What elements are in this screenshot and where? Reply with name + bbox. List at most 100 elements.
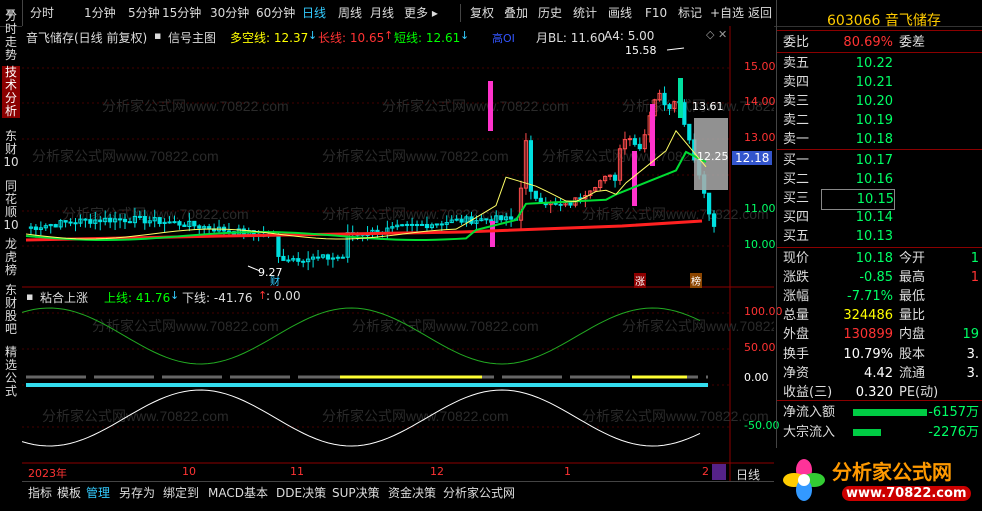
toolbar-item-tongji[interactable]: 统计 <box>573 5 597 21</box>
tab-longhubang[interactable]: 龙虎榜 <box>2 238 20 277</box>
candle-body <box>68 221 73 224</box>
site-logo: 分析家公式网 www.70822.com <box>776 448 982 511</box>
close-icon[interactable]: ✕ <box>718 28 727 41</box>
diamond-icon[interactable]: ◇ <box>706 28 714 41</box>
candle-body <box>533 190 538 199</box>
bottom-tab-zijin[interactable]: 资金决策 <box>388 484 436 501</box>
bang-marker[interactable]: 榜 <box>690 273 702 288</box>
toolbar-item-add-watchlist[interactable]: +自选 <box>710 5 744 21</box>
sub-up-line-label: 上线: 41.76 <box>104 291 171 305</box>
time-axis-label: 11 <box>290 465 304 478</box>
toolbar-item-30min[interactable]: 30分钟 <box>210 5 249 21</box>
buy-level-row[interactable]: 买三 10.15 <box>781 189 979 210</box>
sub-down-line-label: 下线: -41.76 <box>182 291 253 305</box>
candle-body <box>662 92 667 106</box>
bottom-tab-fenxijia[interactable]: 分析家公式网 <box>443 484 515 501</box>
toolbar-item-fuquan[interactable]: 复权 <box>470 5 494 21</box>
bottom-tab-zhibiao[interactable]: 指标 <box>28 484 52 501</box>
watermark-text: 分析家公式网www.70822.com <box>92 318 279 334</box>
high-price-annotation: 15.58 <box>625 44 657 57</box>
bottom-tab-lingcunwei[interactable]: 另存为 <box>119 484 155 501</box>
chart-area[interactable]: 分析家公式网www.70822.com 分析家公式网www.70822.com 分析… <box>21 26 809 482</box>
toolbar-item-monthly[interactable]: 月线 <box>370 5 394 21</box>
pc-value-label: 月BL: 11.60 <box>536 31 606 45</box>
bottom-tab-sup[interactable]: SUP决策 <box>332 484 380 501</box>
cai-marker[interactable]: 财 <box>270 273 280 288</box>
sell-level-row[interactable]: 卖一 10.18 <box>781 130 979 149</box>
candle-body <box>335 256 340 259</box>
toolbar-item-5min[interactable]: 5分钟 <box>128 5 160 21</box>
toolbar-item-huaxian[interactable]: 画线 <box>608 5 632 21</box>
toolbar-item-f10[interactable]: F10 <box>645 5 667 21</box>
quote-stat-row[interactable]: 外盘 130899 内盘 19 <box>781 325 979 344</box>
sub-indicator-name[interactable]: 粘合上涨 <box>40 289 88 306</box>
watermark-text: 分析家公式网www.70822.com <box>102 98 289 114</box>
sell-level-row[interactable]: 卖二 10.19 <box>781 111 979 130</box>
tab-tonghuashun[interactable]: 同花顺10 <box>2 180 20 232</box>
tab-jishu-fenxi[interactable]: 技术分析 <box>2 66 20 118</box>
toolbar-item-more[interactable]: 更多 ▸ <box>404 5 438 21</box>
toolbar-item-1min[interactable]: 1分钟 <box>84 5 116 21</box>
tab-dongcai-guba[interactable]: 东财股吧 <box>2 284 20 336</box>
buy-level-row[interactable]: 买四 10.14 <box>781 208 979 227</box>
candle-body <box>53 224 58 228</box>
time-axis-label: 10 <box>182 465 196 478</box>
toolbar-item-lishi[interactable]: 历史 <box>538 5 562 21</box>
candle-body <box>296 258 301 262</box>
zhang-marker[interactable]: 涨 <box>634 273 646 288</box>
arrow-down-icon: ↓ <box>170 289 180 302</box>
bottom-tab-muban[interactable]: 模板 <box>57 484 81 501</box>
watermark-text: 分析家公式网www.70822.com <box>322 148 509 164</box>
candle-body <box>172 221 177 224</box>
kline-chart-svg[interactable]: 分析家公式网www.70822.com 分析家公式网www.70822.com 分析… <box>21 26 809 481</box>
toolbar-item-biaoji[interactable]: 标记 <box>678 5 702 21</box>
watermark-text: 分析家公式网www.70822.com <box>382 98 569 114</box>
sell-level-row[interactable]: 卖四 10.21 <box>781 73 979 92</box>
signal-candle <box>632 151 637 206</box>
sell-level-row[interactable]: 卖五 10.22 <box>781 54 979 73</box>
toolbar-item-daily[interactable]: 日线 <box>302 5 326 21</box>
quote-stat-row[interactable]: 涨幅 -7.71% 最低 <box>781 287 979 306</box>
toolbar-item-diejia[interactable]: 叠加 <box>504 5 528 21</box>
candle-body <box>315 256 321 259</box>
bottom-tab-bangdingdao[interactable]: 绑定到 <box>163 484 199 501</box>
divider <box>777 52 982 53</box>
quote-stat-row[interactable]: 现价 10.18 今开 1 <box>781 249 979 268</box>
candle-body <box>127 221 133 224</box>
quote-stat-row[interactable]: 收益(三) 0.320 PE(动) <box>781 383 979 402</box>
tab-fenshi-zoushi[interactable]: 分时走势 <box>2 10 20 62</box>
tab-dongcai[interactable]: 东财10 <box>2 130 20 169</box>
sell-level-row[interactable]: 卖三 10.20 <box>781 92 979 111</box>
toolbar-item-60min[interactable]: 60分钟 <box>256 5 295 21</box>
buy-level-row[interactable]: 买二 10.16 <box>781 170 979 189</box>
toolbar-item-weekly[interactable]: 周线 <box>338 5 362 21</box>
candle-body <box>612 174 618 181</box>
candle-body <box>405 223 410 226</box>
bottom-tab-macd[interactable]: MACD基本 <box>208 484 268 501</box>
candle-body <box>142 215 147 224</box>
sub-dropdown-icon[interactable]: ▪ <box>26 290 33 303</box>
tab-jingxuan-gongshi[interactable]: 精选公式 <box>2 346 20 398</box>
dropdown-icon[interactable]: ▪ <box>154 29 161 42</box>
toolbar-item-fenshi[interactable]: 分时 <box>30 5 54 21</box>
bottom-tab-dde[interactable]: DDE决策 <box>276 484 326 501</box>
candle-body <box>528 140 533 192</box>
quote-stat-row[interactable]: 净资 4.42 流通 3. <box>781 364 979 383</box>
left-vertical-tabs: 分时走势 技术分析 东财10 同花顺10 龙虎榜 东财股吧 精选公式 <box>0 0 23 481</box>
quote-stat-row[interactable]: 总量 324486 量比 <box>781 306 979 325</box>
candle-body <box>419 223 425 226</box>
candle-body <box>286 259 291 262</box>
quote-stat-row[interactable]: 涨跌 -0.85 最高 1 <box>781 268 979 287</box>
toolbar-item-15min[interactable]: 15分钟 <box>162 5 201 21</box>
buy-level-row[interactable]: 买一 10.17 <box>781 151 979 170</box>
buy-level-row[interactable]: 买五 10.13 <box>781 227 979 246</box>
indicator-name[interactable]: 信号主图 <box>168 29 216 46</box>
candle-body <box>434 223 439 226</box>
candle-body <box>400 224 405 227</box>
period-marker <box>712 464 726 480</box>
bottom-tab-guanli[interactable]: 管理 <box>86 484 110 501</box>
price-axis-label: 15.00 <box>744 60 776 73</box>
toolbar-item-back[interactable]: 返回 <box>748 5 772 21</box>
candle-body <box>410 223 415 226</box>
quote-stat-row[interactable]: 换手 10.79% 股本 3. <box>781 345 979 364</box>
